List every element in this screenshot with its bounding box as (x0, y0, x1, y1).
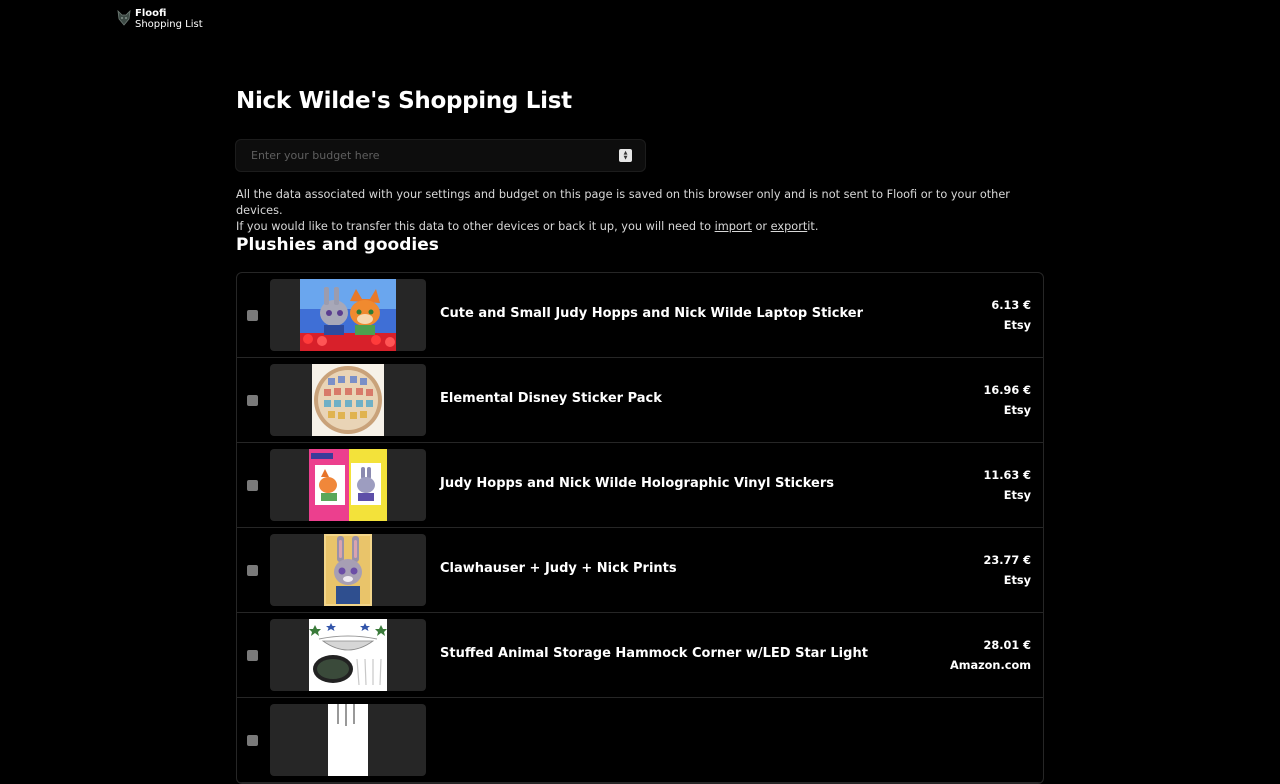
item-thumbnail (270, 364, 426, 436)
notice-or: or (755, 220, 768, 233)
brand-subtitle: Shopping List (135, 19, 203, 30)
item-store[interactable]: Amazon.com (950, 659, 1031, 672)
brand[interactable]: Floofi Shopping List (135, 8, 203, 30)
export-link[interactable]: export (771, 220, 808, 233)
item-thumbnail (270, 279, 426, 351)
vinyl-stickers-image (309, 449, 387, 521)
list-item[interactable]: Stuffed Animal Storage Hammock Corner w/… (237, 613, 1043, 698)
item-store[interactable]: Etsy (1004, 404, 1031, 417)
item-checkbox[interactable] (247, 565, 258, 576)
number-spinner-icon[interactable]: ▲ ▼ (619, 149, 632, 162)
list-item[interactable]: Judy Hopps and Nick Wilde Holographic Vi… (237, 443, 1043, 528)
sticker-image (300, 279, 396, 351)
notice-line-1: All the data associated with your settin… (236, 188, 1010, 217)
item-name[interactable]: Elemental Disney Sticker Pack (440, 391, 662, 406)
product-image (328, 704, 368, 776)
budget-input[interactable] (249, 148, 613, 163)
list-item[interactable]: Elemental Disney Sticker Pack 16.96 € Et… (237, 358, 1043, 443)
item-name[interactable]: Cute and Small Judy Hopps and Nick Wilde… (440, 306, 863, 321)
notice-suffix: it. (807, 220, 819, 233)
item-checkbox[interactable] (247, 395, 258, 406)
item-checkbox[interactable] (247, 735, 258, 746)
section-title: Plushies and goodies (236, 235, 439, 255)
list-item[interactable]: Clawhauser + Judy + Nick Prints 23.77 € … (237, 528, 1043, 613)
item-list: Cute and Small Judy Hopps and Nick Wilde… (236, 272, 1044, 784)
item-price: 28.01 € (983, 639, 1031, 652)
notice-line-2-prefix: If you would like to transfer this data … (236, 220, 712, 233)
item-price: 6.13 € (991, 299, 1031, 312)
import-link[interactable]: import (715, 220, 752, 233)
item-name[interactable]: Stuffed Animal Storage Hammock Corner w/… (440, 646, 868, 661)
item-name[interactable]: Judy Hopps and Nick Wilde Holographic Vi… (440, 476, 834, 491)
page-title: Nick Wilde's Shopping List (236, 88, 572, 114)
fox-head-icon (117, 10, 131, 26)
hammock-image (309, 619, 387, 691)
item-store[interactable]: Etsy (1004, 574, 1031, 587)
item-store[interactable]: Etsy (1004, 489, 1031, 502)
item-name[interactable]: Clawhauser + Judy + Nick Prints (440, 561, 677, 576)
item-thumbnail (270, 619, 426, 691)
item-checkbox[interactable] (247, 480, 258, 491)
item-price: 23.77 € (983, 554, 1031, 567)
print-image (324, 534, 372, 606)
item-price: 16.96 € (983, 384, 1031, 397)
app-header: Floofi Shopping List (117, 8, 203, 30)
budget-field[interactable]: ▲ ▼ (235, 139, 646, 172)
list-item[interactable] (237, 698, 1043, 783)
item-thumbnail (270, 534, 426, 606)
privacy-notice: All the data associated with your settin… (236, 187, 1056, 235)
item-thumbnail (270, 704, 426, 776)
item-thumbnail (270, 449, 426, 521)
item-checkbox[interactable] (247, 650, 258, 661)
spinner-down-icon[interactable]: ▼ (624, 155, 628, 161)
item-price: 11.63 € (983, 469, 1031, 482)
brand-name: Floofi (135, 8, 167, 19)
item-checkbox[interactable] (247, 310, 258, 321)
list-item[interactable]: Cute and Small Judy Hopps and Nick Wilde… (237, 273, 1043, 358)
item-store[interactable]: Etsy (1004, 319, 1031, 332)
sticker-pack-image (312, 364, 384, 436)
